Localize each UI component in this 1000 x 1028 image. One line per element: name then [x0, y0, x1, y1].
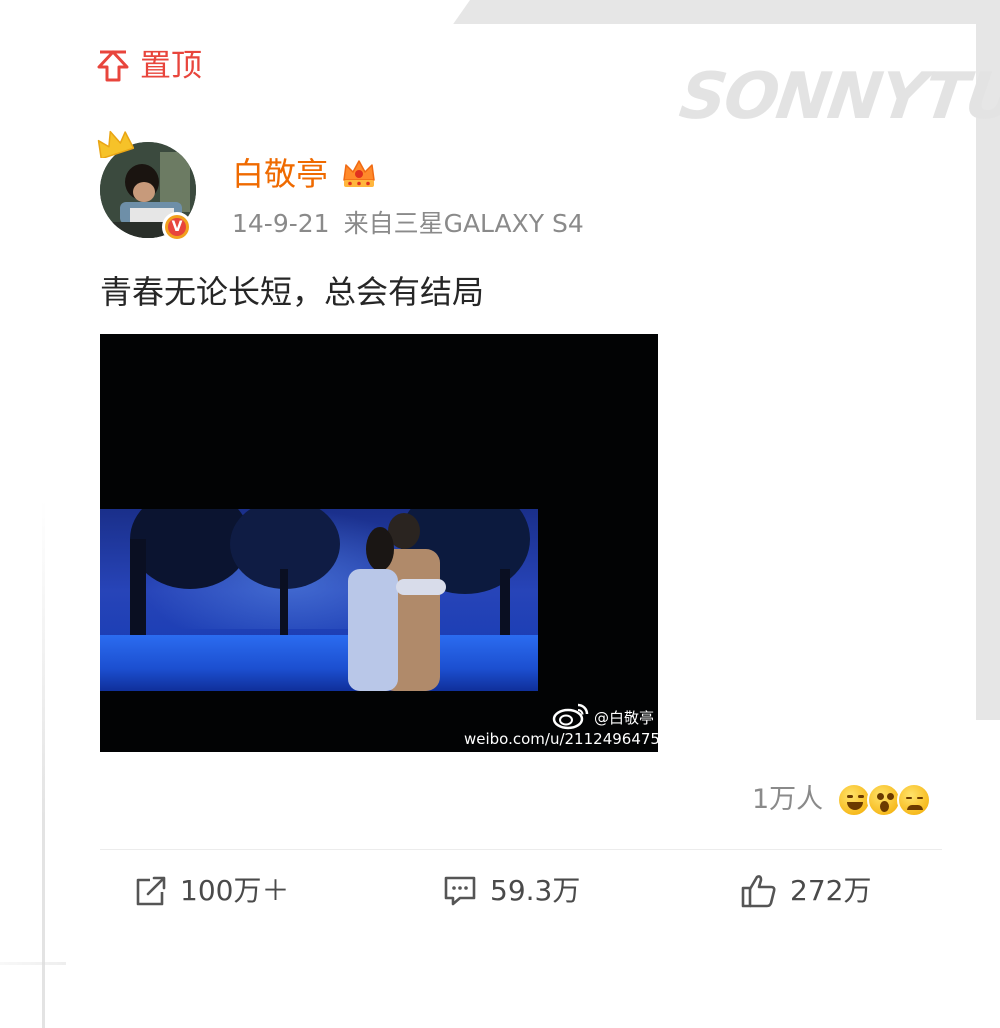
post-text: 青春无论长短，总会有结局 [100, 273, 485, 311]
repost-button[interactable]: 100万＋ [134, 870, 289, 912]
post-image[interactable]: @白敬亭 weibo.com/u/2112496475 [100, 334, 658, 752]
image-watermark-handle: @白敬亭 [594, 709, 655, 727]
share-icon [134, 874, 168, 908]
comment-count: 59.3万 [490, 874, 581, 907]
post-meta: 14-9-21 来自三星GALAXY S4 [232, 208, 584, 240]
pin-to-top-icon [96, 49, 130, 83]
like-button[interactable]: 272万 [740, 870, 871, 912]
like-count: 272万 [790, 874, 872, 907]
watermark: SONNYTU [675, 60, 1000, 134]
author-avatar[interactable]: V [96, 128, 206, 243]
crying-emoji [897, 783, 932, 817]
comment-icon [442, 874, 478, 908]
crown-icon [94, 128, 135, 162]
pinned-label: 置顶 [140, 48, 202, 84]
post-source: 来自三星GALAXY S4 [343, 209, 584, 238]
vip-crown-icon[interactable] [340, 156, 378, 196]
comment-button[interactable]: 59.3万 [442, 870, 580, 912]
reactions-summary[interactable]: 1万人 [752, 780, 932, 820]
movie-scene [100, 509, 538, 691]
author-name[interactable]: 白敬亭 [232, 154, 328, 194]
repost-count: 100万＋ [180, 874, 290, 907]
grin-emoji [837, 783, 872, 817]
reactions-count[interactable]: 1万人 [752, 780, 823, 820]
surprised-emoji [867, 783, 902, 817]
couple-figure [348, 513, 446, 691]
action-bar: 100万＋ 59.3万 272万 [100, 850, 942, 934]
image-watermark-url: weibo.com/u/2112496475 [464, 730, 658, 748]
post-timestamp: 14-9-21 [232, 209, 330, 238]
reaction-emojis[interactable] [837, 783, 932, 817]
pinned-indicator: 置顶 [96, 48, 202, 84]
background-line [42, 500, 45, 1028]
thumbs-up-icon [740, 873, 778, 909]
verified-badge-icon: V [162, 212, 192, 242]
